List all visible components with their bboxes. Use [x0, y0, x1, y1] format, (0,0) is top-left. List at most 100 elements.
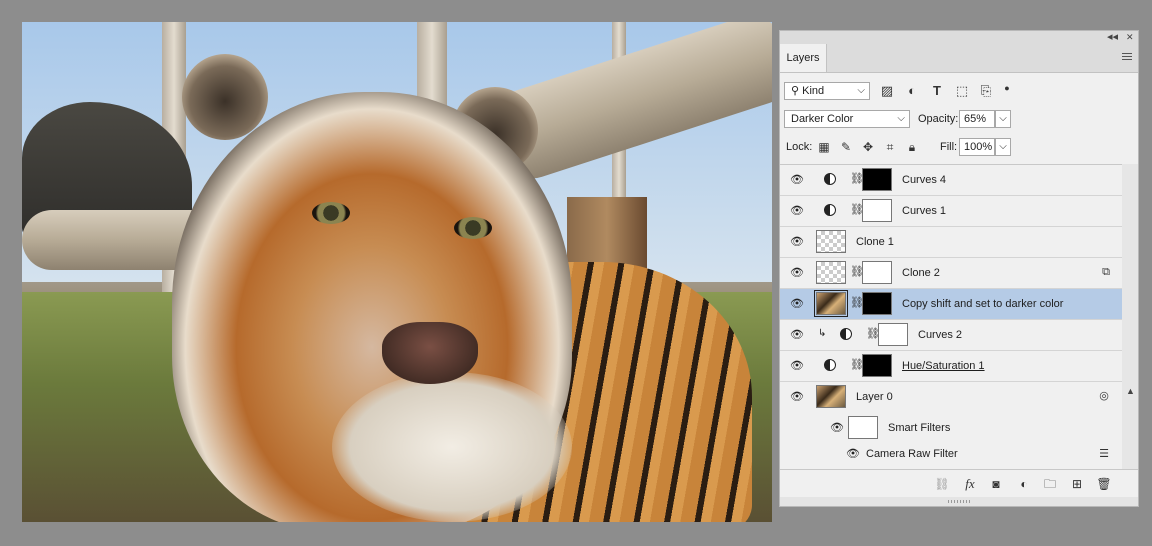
layers-list: 👁︎ ⛓︎ Curves 4 👁︎ ⛓︎ Curves 1 👁︎ Clone 1…	[780, 164, 1122, 470]
opacity-dropdown-button[interactable]: ⌵	[995, 110, 1011, 128]
lock-artboard-icon[interactable]: ⌗	[882, 138, 898, 156]
layer-row-curves-2[interactable]: 👁︎ ↳ ⛓︎ Curves 2	[780, 320, 1122, 351]
layer-name[interactable]: Curves 1	[902, 196, 946, 226]
mask-link-icon[interactable]: ⛓︎	[850, 172, 864, 186]
image-filter-icon[interactable]: ▨	[878, 82, 896, 100]
lock-all-icon[interactable]: 🔒︎	[904, 138, 920, 156]
mask-link-icon[interactable]: ⛓︎	[850, 203, 864, 217]
panel-resize-grip[interactable]	[780, 497, 1138, 506]
layer-row-copy-shift[interactable]: 👁︎ ⛓︎ Copy shift and set to darker color	[780, 289, 1122, 320]
mask-link-icon[interactable]: ⛓︎	[850, 358, 864, 372]
layer-mask-thumbnail[interactable]	[862, 199, 892, 222]
search-icon: ⚲	[791, 85, 803, 97]
panel-menu-icon[interactable]	[1122, 53, 1132, 61]
fill-dropdown-button[interactable]: ⌵	[995, 138, 1011, 156]
layer-mask-thumbnail[interactable]	[862, 292, 892, 315]
layer-name[interactable]: Copy shift and set to darker color	[902, 289, 1063, 319]
smart-object-badge-icon: ⧉	[1102, 266, 1110, 278]
smart-filter-badge-icon: ◎	[1099, 390, 1109, 402]
tab-layers[interactable]: Layers	[780, 44, 827, 72]
visibility-eye-icon[interactable]: 👁︎	[790, 298, 804, 310]
layer-name[interactable]: Layer 0	[856, 382, 893, 412]
layer-row-curves-4[interactable]: 👁︎ ⛓︎ Curves 4	[780, 165, 1122, 196]
close-icon[interactable]: ✕	[1126, 31, 1134, 44]
layer-mask-thumbnail[interactable]	[862, 261, 892, 284]
layer-row-hue-saturation-1[interactable]: 👁︎ ⛓︎ Hue/Saturation 1	[780, 351, 1122, 382]
hue-saturation-adjustment-icon	[824, 359, 836, 371]
scroll-up-icon[interactable]: ▲	[1126, 386, 1135, 396]
layer-thumbnail[interactable]	[816, 230, 846, 253]
smart-filter-mask-thumbnail[interactable]	[848, 416, 878, 439]
layer-row-clone-1[interactable]: 👁︎ Clone 1	[780, 227, 1122, 258]
layer-thumbnail[interactable]	[816, 261, 846, 284]
fill-input[interactable]: 100%	[959, 138, 995, 156]
layers-scrollbar[interactable]: ▲	[1122, 164, 1138, 469]
layer-name[interactable]: Clone 1	[856, 227, 894, 257]
add-mask-icon[interactable]: ◙	[988, 476, 1004, 492]
layer-row-curves-1[interactable]: 👁︎ ⛓︎ Curves 1	[780, 196, 1122, 227]
shape-filter-icon[interactable]: ⬚	[953, 82, 971, 100]
document-canvas[interactable]	[22, 22, 772, 522]
photo-tiger-nose	[382, 322, 478, 384]
lock-position-icon[interactable]: ✥	[860, 138, 876, 156]
layer-mask-thumbnail[interactable]	[878, 323, 908, 346]
visibility-eye-icon[interactable]: 👁︎	[790, 205, 804, 217]
layer-thumbnail[interactable]	[816, 385, 846, 408]
opacity-input[interactable]: 65%	[959, 110, 995, 128]
layer-name[interactable]: Curves 2	[918, 320, 962, 350]
layers-panel: ◂◂ ✕ Layers ⚲ Kind ⌵ ▨ ◐ T ⬚ ⎘ ● Darker …	[779, 30, 1139, 507]
layer-row-layer-0[interactable]: 👁︎ Layer 0 ◎	[780, 382, 1122, 412]
filter-blending-options-icon[interactable]: ☰	[1098, 448, 1110, 460]
mask-link-icon[interactable]: ⛓︎	[850, 296, 864, 310]
fill-label: Fill:	[940, 141, 958, 153]
camera-raw-filter-row[interactable]: 👁︎ Camera Raw Filter ☰	[780, 443, 1122, 465]
curves-adjustment-icon	[824, 204, 836, 216]
filter-toggle-icon[interactable]: ●	[998, 82, 1016, 100]
smart-filters-label: Smart Filters	[888, 422, 951, 434]
mask-link-icon[interactable]: ⛓︎	[850, 265, 864, 279]
chevron-down-icon: ⌵	[897, 113, 905, 124]
layer-mask-thumbnail[interactable]	[862, 354, 892, 377]
visibility-eye-icon[interactable]: 👁︎	[790, 360, 804, 372]
panel-tab-row: Layers	[780, 44, 1138, 73]
layer-filter-row: ⚲ Kind ⌵ ▨ ◐ T ⬚ ⎘ ●	[780, 82, 1138, 100]
photo-tiger-ear-left	[182, 54, 268, 140]
link-layers-icon[interactable]: ⛓︎	[934, 476, 950, 492]
lock-image-pixels-icon[interactable]: ✎	[838, 138, 854, 156]
layer-mask-thumbnail[interactable]	[862, 168, 892, 191]
layer-name[interactable]: Curves 4	[902, 165, 946, 195]
delete-icon[interactable]: 🗑︎	[1096, 476, 1112, 492]
visibility-eye-icon[interactable]: 👁︎	[790, 236, 804, 248]
filter-kind-dropdown[interactable]: ⚲ Kind ⌵	[784, 82, 870, 100]
blend-mode-dropdown[interactable]: Darker Color ⌵	[784, 110, 910, 128]
chevron-down-icon: ⌵	[857, 85, 865, 96]
adjustment-filter-icon[interactable]: ◐	[903, 82, 921, 100]
lock-row: Lock: ▦ ✎ ✥ ⌗ 🔒︎ Fill: 100% ⌵	[780, 138, 1138, 156]
camera-raw-filter-label: Camera Raw Filter	[866, 448, 958, 460]
visibility-eye-icon[interactable]: 👁︎	[790, 329, 804, 341]
fx-icon[interactable]: fx	[962, 476, 978, 492]
new-adjustment-icon[interactable]: ◐	[1016, 476, 1032, 492]
photo-tiger-eye-left	[312, 202, 350, 224]
mask-link-icon[interactable]: ⛓︎	[866, 327, 880, 341]
visibility-eye-icon[interactable]: 👁︎	[790, 267, 804, 279]
photo-tiger-eye-right	[454, 217, 492, 239]
type-filter-icon[interactable]: T	[928, 82, 946, 100]
filter-kind-label: Kind	[802, 85, 825, 97]
smart-filters-row[interactable]: 👁︎ Smart Filters	[780, 413, 1122, 443]
visibility-eye-icon[interactable]: 👁︎	[830, 422, 844, 434]
smart-object-filter-icon[interactable]: ⎘	[977, 82, 995, 100]
visibility-eye-icon[interactable]: 👁︎	[790, 391, 804, 403]
new-layer-icon[interactable]: ⊞	[1069, 476, 1085, 492]
layer-name[interactable]: Clone 2	[902, 258, 940, 288]
opacity-label: Opacity:	[918, 113, 959, 125]
collapse-icon[interactable]: ◂◂	[1107, 31, 1118, 44]
lock-transparency-icon[interactable]: ▦	[816, 138, 832, 156]
layer-name[interactable]: Hue/Saturation 1	[902, 351, 985, 381]
layer-row-clone-2[interactable]: 👁︎ ⛓︎ Clone 2 ⧉	[780, 258, 1122, 289]
layer-thumbnail[interactable]	[814, 290, 848, 317]
clipping-mask-icon: ↳	[818, 328, 827, 339]
visibility-eye-icon[interactable]: 👁︎	[790, 174, 804, 186]
visibility-eye-icon[interactable]: 👁︎	[846, 448, 860, 460]
new-group-icon[interactable]: 🗀︎	[1042, 476, 1058, 492]
